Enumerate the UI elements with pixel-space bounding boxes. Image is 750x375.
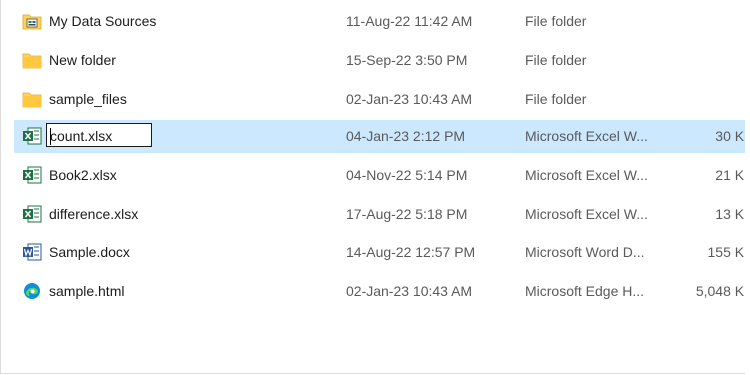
- folder-icon: [22, 92, 42, 108]
- excel-icon: [23, 205, 42, 223]
- file-size-value: 21 KI: [715, 167, 748, 183]
- file-size-value: 13 KI: [715, 206, 748, 222]
- file-date: 17-Aug-22 5:18 PM: [346, 206, 468, 222]
- text-caret: [50, 128, 51, 145]
- excel-icon: [23, 127, 42, 145]
- file-size-value: 155 KI: [707, 244, 748, 260]
- file-type: File folder: [525, 91, 587, 107]
- file-size-value: 30 KI: [715, 128, 748, 144]
- file-date: 14-Aug-22 12:57 PM: [346, 244, 476, 260]
- file-date: 02-Jan-23 10:43 AM: [346, 91, 473, 107]
- file-type: Microsoft Word D...: [525, 244, 645, 260]
- file-date: 04-Jan-23 2:12 PM: [346, 128, 466, 144]
- file-type: Microsoft Excel W...: [525, 128, 648, 144]
- folder-icon: [22, 53, 42, 69]
- excel-icon: [23, 166, 42, 184]
- file-row-difference-xlsx[interactable]: difference.xlsx 17-Aug-22 5:18 PM Micros…: [14, 198, 748, 231]
- file-size: 155 KI: [682, 244, 750, 260]
- file-type: Microsoft Edge H...: [525, 283, 645, 299]
- file-row-book2-xlsx[interactable]: Book2.xlsx 04-Nov-22 5:14 PM Microsoft E…: [14, 159, 748, 192]
- file-type: Microsoft Excel W...: [525, 206, 648, 222]
- file-size: 13 KI: [682, 206, 750, 222]
- file-name: Sample.docx: [49, 244, 130, 260]
- file-size: 30 KI: [682, 128, 750, 144]
- special-folder-icon: [22, 14, 42, 30]
- file-type: Microsoft Excel W...: [525, 167, 648, 183]
- file-row-sample-files[interactable]: sample_files 02-Jan-23 10:43 AM File fol…: [14, 83, 748, 116]
- file-date: 15-Sep-22 3:50 PM: [346, 52, 468, 68]
- file-date: 02-Jan-23 10:43 AM: [346, 283, 473, 299]
- file-size: 5,048 KI: [682, 283, 750, 299]
- file-row-count-xlsx[interactable]: count.xlsx 04-Jan-23 2:12 PM Microsoft E…: [14, 120, 748, 153]
- file-date: 11-Aug-22 11:42 AM: [346, 13, 473, 29]
- file-type: File folder: [525, 52, 587, 68]
- file-row-my-data-sources[interactable]: My Data Sources 11-Aug-22 11:42 AM File …: [14, 5, 748, 38]
- file-date: 04-Nov-22 5:14 PM: [346, 167, 468, 183]
- file-size: 21 KI: [682, 167, 750, 183]
- file-name: sample_files: [49, 91, 127, 107]
- file-size-value: 5,048 KI: [695, 283, 748, 299]
- file-name: New folder: [49, 52, 116, 68]
- file-row-sample-docx[interactable]: Sample.docx 14-Aug-22 12:57 PM Microsoft…: [14, 236, 748, 269]
- rename-input-value: count.xlsx: [50, 128, 113, 144]
- file-row-sample-html[interactable]: sample.html 02-Jan-23 10:43 AM Microsoft…: [14, 275, 748, 308]
- file-name: My Data Sources: [49, 13, 157, 29]
- edge-icon: [24, 283, 40, 299]
- file-type: File folder: [525, 13, 587, 29]
- file-name: sample.html: [49, 283, 125, 299]
- word-icon: [23, 243, 42, 261]
- file-name: difference.xlsx: [49, 206, 139, 222]
- file-name: Book2.xlsx: [49, 167, 117, 183]
- vertical-scrollbar[interactable]: [745, 0, 750, 375]
- file-row-new-folder[interactable]: New folder 15-Sep-22 3:50 PM File folder: [14, 44, 748, 77]
- rename-input[interactable]: count.xlsx: [46, 123, 152, 147]
